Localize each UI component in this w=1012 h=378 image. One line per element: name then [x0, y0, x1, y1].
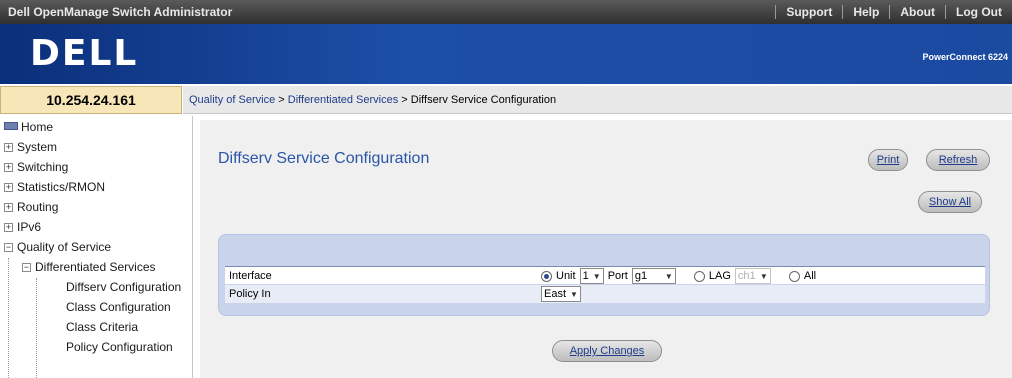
app-title: Dell OpenManage Switch Administrator — [8, 5, 233, 19]
apply-changes-button[interactable]: Apply Changes — [552, 340, 662, 362]
service-config-form: Interface Unit 1 ▼ Port g1 ▼ LAG ch1 ▼ All … — [218, 234, 990, 316]
page-title: Diffserv Service Configuration — [218, 150, 430, 167]
top-links: Support Help About Log Out — [775, 0, 1012, 24]
unit-label: Unit — [556, 270, 576, 282]
sidebar-item-class-configuration[interactable]: Class Configuration — [0, 298, 192, 318]
refresh-button[interactable]: Refresh — [926, 149, 990, 171]
lag-select[interactable]: ch1 ▼ — [734, 268, 771, 284]
sidebar-item-quality-of-service[interactable]: − Quality of Service — [0, 238, 192, 258]
sidebar-item-ipv6[interactable]: + IPv6 — [0, 218, 192, 238]
expand-icon[interactable]: + — [4, 223, 13, 232]
all-radio[interactable] — [788, 270, 800, 282]
breadcrumb: Quality of Service > Differentiated Serv… — [183, 86, 1012, 114]
port-label: Port — [607, 270, 628, 282]
product-name: PowerConnect 6224 — [922, 52, 1008, 62]
unit-select[interactable]: 1 ▼ — [579, 268, 604, 284]
lag-radio[interactable] — [693, 270, 705, 282]
home-icon — [4, 122, 18, 130]
logout-link[interactable]: Log Out — [945, 5, 1012, 19]
sidebar-item-routing[interactable]: + Routing — [0, 198, 192, 218]
policy-controls: East ▼ — [541, 286, 582, 302]
sidebar-item-home[interactable]: Home — [0, 118, 192, 138]
collapse-icon[interactable]: − — [22, 263, 31, 272]
sidebar-item-diffserv-configuration[interactable]: Diffserv Configuration — [0, 278, 192, 298]
print-button[interactable]: Print — [868, 149, 908, 171]
sidebar-item-class-criteria[interactable]: Class Criteria — [0, 318, 192, 338]
all-label: All — [803, 270, 817, 282]
expand-icon[interactable]: + — [4, 183, 13, 192]
main-panel: Diffserv Service Configuration Print Ref… — [200, 120, 1012, 378]
expand-icon[interactable]: + — [4, 163, 13, 172]
brand-bar: DELL PowerConnect 6224 — [0, 24, 1012, 84]
chevron-down-icon: ▼ — [592, 271, 601, 281]
breadcrumb-separator: > — [278, 94, 285, 106]
sidebar-item-system[interactable]: + System — [0, 138, 192, 158]
sidebar-item-statistics-rmon[interactable]: + Statistics/RMON — [0, 178, 192, 198]
interface-controls: Unit 1 ▼ Port g1 ▼ LAG ch1 ▼ All — [541, 268, 816, 284]
expand-icon[interactable]: + — [4, 143, 13, 152]
policy-in-select[interactable]: East ▼ — [541, 286, 582, 302]
interface-row: Interface Unit 1 ▼ Port g1 ▼ LAG ch1 ▼ All — [225, 266, 985, 284]
interface-label: Interface — [229, 270, 272, 282]
about-link[interactable]: About — [889, 5, 945, 19]
top-bar: Dell OpenManage Switch Administrator Sup… — [0, 0, 1012, 24]
breadcrumb-current: Diffserv Service Configuration — [410, 94, 557, 106]
policy-row: Policy In East ▼ — [225, 285, 985, 303]
breadcrumb-separator: > — [401, 94, 408, 106]
policy-in-label: Policy In — [229, 288, 271, 300]
chevron-down-icon: ▼ — [664, 271, 673, 281]
sidebar-nav: Home + System + Switching + Statistics/RMON… — [0, 116, 193, 378]
port-select[interactable]: g1 ▼ — [631, 268, 676, 284]
chevron-down-icon: ▼ — [570, 289, 578, 299]
expand-icon[interactable]: + — [4, 203, 13, 212]
dell-logo: DELL — [30, 33, 139, 74]
breadcrumb-qos[interactable]: Quality of Service — [189, 94, 275, 106]
sidebar-item-policy-configuration[interactable]: Policy Configuration — [0, 338, 192, 358]
lag-label: LAG — [708, 270, 731, 282]
breadcrumb-diffserv[interactable]: Differentiated Services — [288, 94, 398, 106]
help-link[interactable]: Help — [842, 5, 889, 19]
sidebar-item-differentiated-services[interactable]: − Differentiated Services — [0, 258, 192, 278]
unit-radio[interactable] — [541, 270, 552, 282]
device-ip: 10.254.24.161 — [0, 86, 182, 114]
collapse-icon[interactable]: − — [4, 243, 13, 252]
chevron-down-icon: ▼ — [759, 271, 768, 281]
show-all-button[interactable]: Show All — [918, 191, 982, 213]
support-link[interactable]: Support — [775, 5, 842, 19]
sidebar-item-switching[interactable]: + Switching — [0, 158, 192, 178]
